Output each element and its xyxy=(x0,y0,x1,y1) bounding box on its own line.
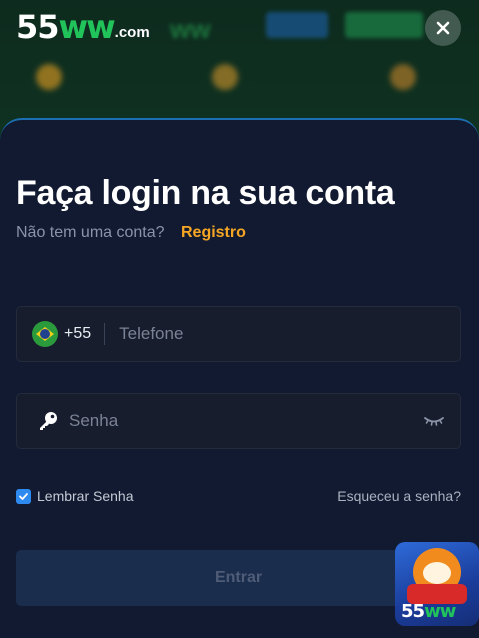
register-link[interactable]: Registro xyxy=(181,224,246,241)
close-button[interactable] xyxy=(425,10,461,46)
background-icon xyxy=(36,64,62,90)
country-code[interactable]: +55 xyxy=(64,325,91,343)
field-divider xyxy=(104,323,106,345)
remember-checkbox[interactable] xyxy=(16,488,31,504)
background-icon xyxy=(390,64,416,90)
remember-password[interactable]: Lembrar Senha xyxy=(16,488,134,504)
app-badge[interactable]: 55ww xyxy=(395,542,479,626)
logo-number: 55 xyxy=(16,8,60,46)
background-logo-ghost: ww xyxy=(170,14,211,44)
badge-logo: 55ww xyxy=(401,601,456,622)
brand-logo: 55 ww .com xyxy=(16,10,150,44)
phone-input[interactable] xyxy=(117,313,460,355)
check-icon xyxy=(19,492,28,500)
tiger-mascot-icon xyxy=(407,548,467,604)
close-icon xyxy=(436,21,450,35)
logo-suffix: .com xyxy=(114,24,150,41)
phone-field[interactable]: +55 xyxy=(16,306,461,362)
login-options: Lembrar Senha Esqueceu a senha? xyxy=(16,488,461,504)
password-input[interactable] xyxy=(67,400,424,442)
logo-letters: ww xyxy=(58,8,116,46)
brazil-flag-icon xyxy=(32,321,58,347)
no-account-text: Não tem uma conta? xyxy=(16,224,165,241)
page-title: Faça login na sua conta xyxy=(16,174,395,212)
password-field[interactable] xyxy=(16,393,461,449)
eye-closed-icon[interactable] xyxy=(424,414,444,428)
forgot-password-link[interactable]: Esqueceu a senha? xyxy=(337,488,461,504)
badge-number: 55 xyxy=(401,601,425,622)
remember-label: Lembrar Senha xyxy=(37,488,134,504)
key-icon xyxy=(40,412,57,430)
badge-letters: ww xyxy=(424,601,456,622)
background-icon xyxy=(212,64,238,90)
register-prompt: Não tem uma conta? Registro xyxy=(16,224,246,242)
background-button xyxy=(345,12,423,38)
background-button xyxy=(266,12,328,38)
